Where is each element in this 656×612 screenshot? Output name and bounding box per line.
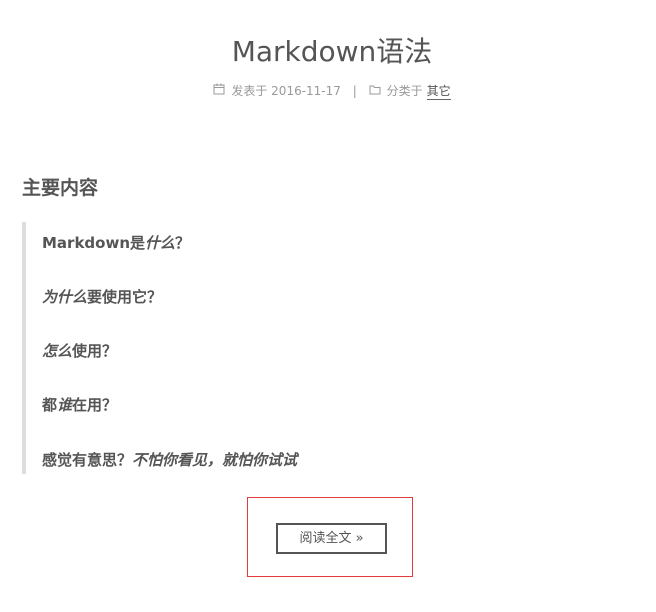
section-heading: 主要内容 [22, 177, 99, 199]
published-label: 发表于 [231, 84, 268, 98]
read-more-button[interactable]: 阅读全文 » [276, 523, 387, 554]
blockquote: Markdown是什么？ 为什么要使用它？ 怎么使用？ 都谁在用？ 感觉有意思？… [22, 222, 622, 474]
category-label: 分类于 [386, 84, 423, 98]
folder-icon [369, 82, 381, 100]
category-link[interactable]: 其它 [426, 84, 451, 100]
calendar-icon [213, 82, 225, 100]
quote-line: 怎么使用？ [42, 342, 118, 360]
post-title: Markdown语法 [231, 35, 433, 68]
meta-divider: | [352, 84, 357, 98]
post-meta: 发表于 2016-11-17 | 分类于 其它 [0, 82, 656, 100]
quote-line: Markdown是什么？ [42, 234, 191, 252]
quote-line: 都谁在用？ [42, 396, 118, 414]
quote-line: 为什么要使用它？ [42, 288, 163, 306]
published-date: 2016-11-17 [271, 84, 341, 98]
quote-line: 感觉有意思？不怕你看见，就怕你试试 [42, 451, 298, 469]
